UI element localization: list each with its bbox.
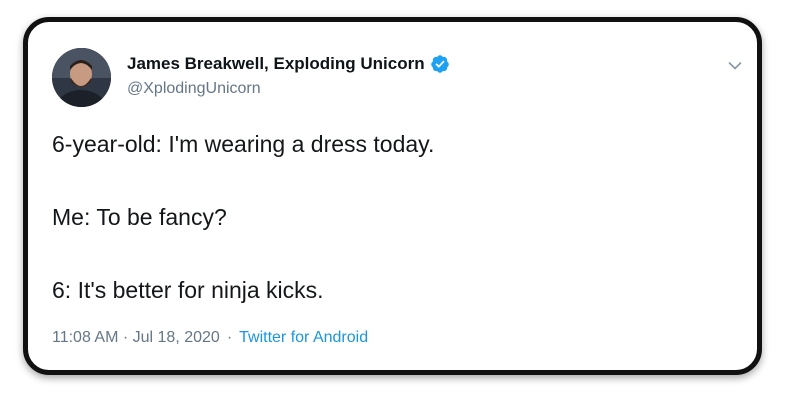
author-name-row: James Breakwell, Exploding Unicorn	[127, 52, 450, 76]
author-handle[interactable]: @XplodingUnicorn	[127, 80, 261, 98]
tweet-line: 6-year-old: I'm wearing a dress today.	[52, 131, 435, 157]
avatar[interactable]	[52, 48, 111, 107]
tweet-meta: 11:08 AM · Jul 18, 2020 · Twitter for An…	[52, 329, 368, 347]
avatar-photo-icon	[52, 48, 111, 107]
chevron-down-icon[interactable]	[728, 58, 742, 70]
tweet-source-link[interactable]: Twitter for Android	[239, 329, 368, 347]
tweet-card[interactable]: James Breakwell, Exploding Unicorn @Xplo…	[23, 17, 762, 375]
author-display-name[interactable]: James Breakwell, Exploding Unicorn	[127, 54, 425, 74]
tweet-timestamp[interactable]: 11:08 AM · Jul 18, 2020	[52, 329, 220, 347]
tweet-line: 6: It's better for ninja kicks.	[52, 277, 324, 303]
tweet-line: Me: To be fancy?	[52, 204, 227, 230]
verified-badge-icon	[430, 54, 450, 74]
meta-separator: ·	[226, 329, 233, 346]
